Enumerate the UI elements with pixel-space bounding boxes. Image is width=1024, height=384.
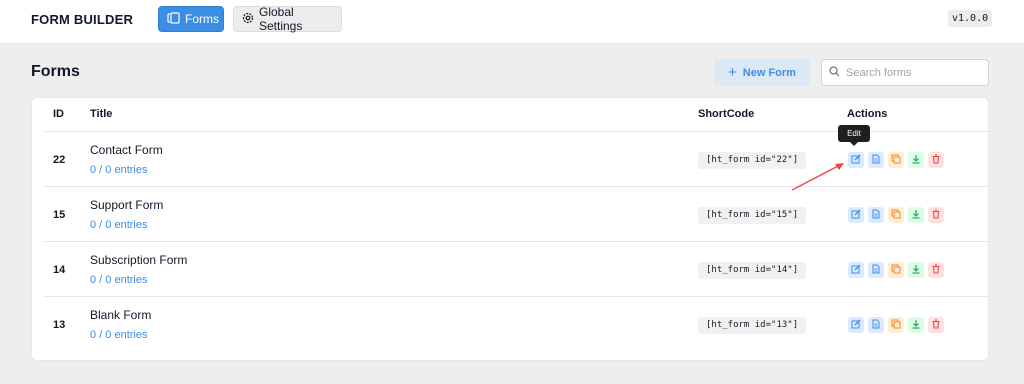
- duplicate-icon: [891, 151, 901, 169]
- view-icon: [871, 206, 881, 224]
- nav-forms-label: Forms: [185, 12, 219, 26]
- edit-icon: [851, 316, 861, 334]
- view-button[interactable]: [868, 317, 884, 333]
- form-title[interactable]: Contact Form: [90, 143, 163, 157]
- edit-icon: [851, 151, 861, 169]
- form-title[interactable]: Subscription Form: [90, 253, 187, 267]
- delete-button[interactable]: [928, 207, 944, 223]
- export-icon: [911, 316, 921, 334]
- form-entries-link[interactable]: 0 / 0 entries: [90, 164, 147, 176]
- forms-icon: [167, 11, 180, 27]
- form-entries-link[interactable]: 0 / 0 entries: [90, 274, 147, 286]
- search-icon: [829, 64, 840, 82]
- form-id: 14: [53, 264, 66, 276]
- export-button[interactable]: [908, 207, 924, 223]
- duplicate-icon: [891, 261, 901, 279]
- app-brand: FORM BUILDER: [31, 12, 134, 27]
- export-icon: [911, 206, 921, 224]
- export-button[interactable]: [908, 317, 924, 333]
- delete-icon: [931, 206, 941, 224]
- version-badge: v1.0.0: [948, 10, 993, 27]
- view-button[interactable]: [868, 152, 884, 168]
- nav-settings-label: Global Settings: [259, 5, 303, 33]
- header-shortcode: ShortCode: [698, 108, 755, 120]
- header-title: Title: [90, 108, 113, 120]
- export-icon: [911, 151, 921, 169]
- annotation-arrow-icon: [791, 163, 844, 191]
- nav-global-settings-button[interactable]: Global Settings: [233, 5, 342, 33]
- row-actions: [848, 317, 944, 333]
- form-id: 13: [53, 319, 66, 331]
- view-button[interactable]: [868, 262, 884, 278]
- delete-icon: [931, 151, 941, 169]
- edit-button[interactable]: [848, 152, 864, 168]
- delete-button[interactable]: [928, 262, 944, 278]
- duplicate-button[interactable]: [888, 152, 904, 168]
- edit-button[interactable]: [848, 317, 864, 333]
- duplicate-button[interactable]: [888, 207, 904, 223]
- table-row: 13 Blank Form 0 / 0 entries [ht_form id=…: [44, 296, 990, 351]
- row-actions: [848, 152, 944, 168]
- export-button[interactable]: [908, 262, 924, 278]
- form-title[interactable]: Blank Form: [90, 308, 151, 322]
- edit-tooltip: Edit: [838, 125, 870, 146]
- new-form-button[interactable]: + New Form: [714, 59, 810, 86]
- gear-icon: [242, 12, 254, 27]
- edit-icon: [851, 206, 861, 224]
- table-row: 14 Subscription Form 0 / 0 entries [ht_f…: [44, 241, 990, 296]
- duplicate-icon: [891, 206, 901, 224]
- form-entries-link[interactable]: 0 / 0 entries: [90, 329, 147, 341]
- row-actions: [848, 207, 944, 223]
- form-shortcode[interactable]: [ht_form id="14"]: [698, 262, 807, 279]
- form-id: 15: [53, 209, 66, 221]
- edit-button[interactable]: [848, 262, 864, 278]
- row-actions: [848, 262, 944, 278]
- delete-button[interactable]: [928, 152, 944, 168]
- search-input[interactable]: [846, 66, 976, 79]
- delete-button[interactable]: [928, 317, 944, 333]
- form-shortcode[interactable]: [ht_form id="15"]: [698, 207, 807, 224]
- header-actions: Actions: [847, 108, 888, 120]
- view-icon: [871, 316, 881, 334]
- nav-forms-button[interactable]: Forms: [158, 6, 224, 32]
- delete-icon: [931, 316, 941, 334]
- view-icon: [871, 151, 881, 169]
- form-id: 22: [53, 154, 66, 166]
- edit-button[interactable]: [848, 207, 864, 223]
- search-box: [821, 59, 989, 86]
- plus-icon: +: [728, 64, 737, 81]
- duplicate-button[interactable]: [888, 317, 904, 333]
- header-id: ID: [53, 108, 64, 120]
- export-icon: [911, 261, 921, 279]
- new-form-label: New Form: [742, 66, 796, 79]
- top-bar: FORM BUILDER Forms Global Settings v1.0.…: [0, 0, 1024, 44]
- delete-icon: [931, 261, 941, 279]
- form-shortcode[interactable]: [ht_form id="13"]: [698, 317, 807, 334]
- duplicate-button[interactable]: [888, 262, 904, 278]
- duplicate-icon: [891, 316, 901, 334]
- export-button[interactable]: [908, 152, 924, 168]
- page-title: Forms: [31, 63, 80, 80]
- view-icon: [871, 261, 881, 279]
- edit-icon: [851, 261, 861, 279]
- form-title[interactable]: Support Form: [90, 198, 163, 212]
- form-entries-link[interactable]: 0 / 0 entries: [90, 219, 147, 231]
- view-button[interactable]: [868, 207, 884, 223]
